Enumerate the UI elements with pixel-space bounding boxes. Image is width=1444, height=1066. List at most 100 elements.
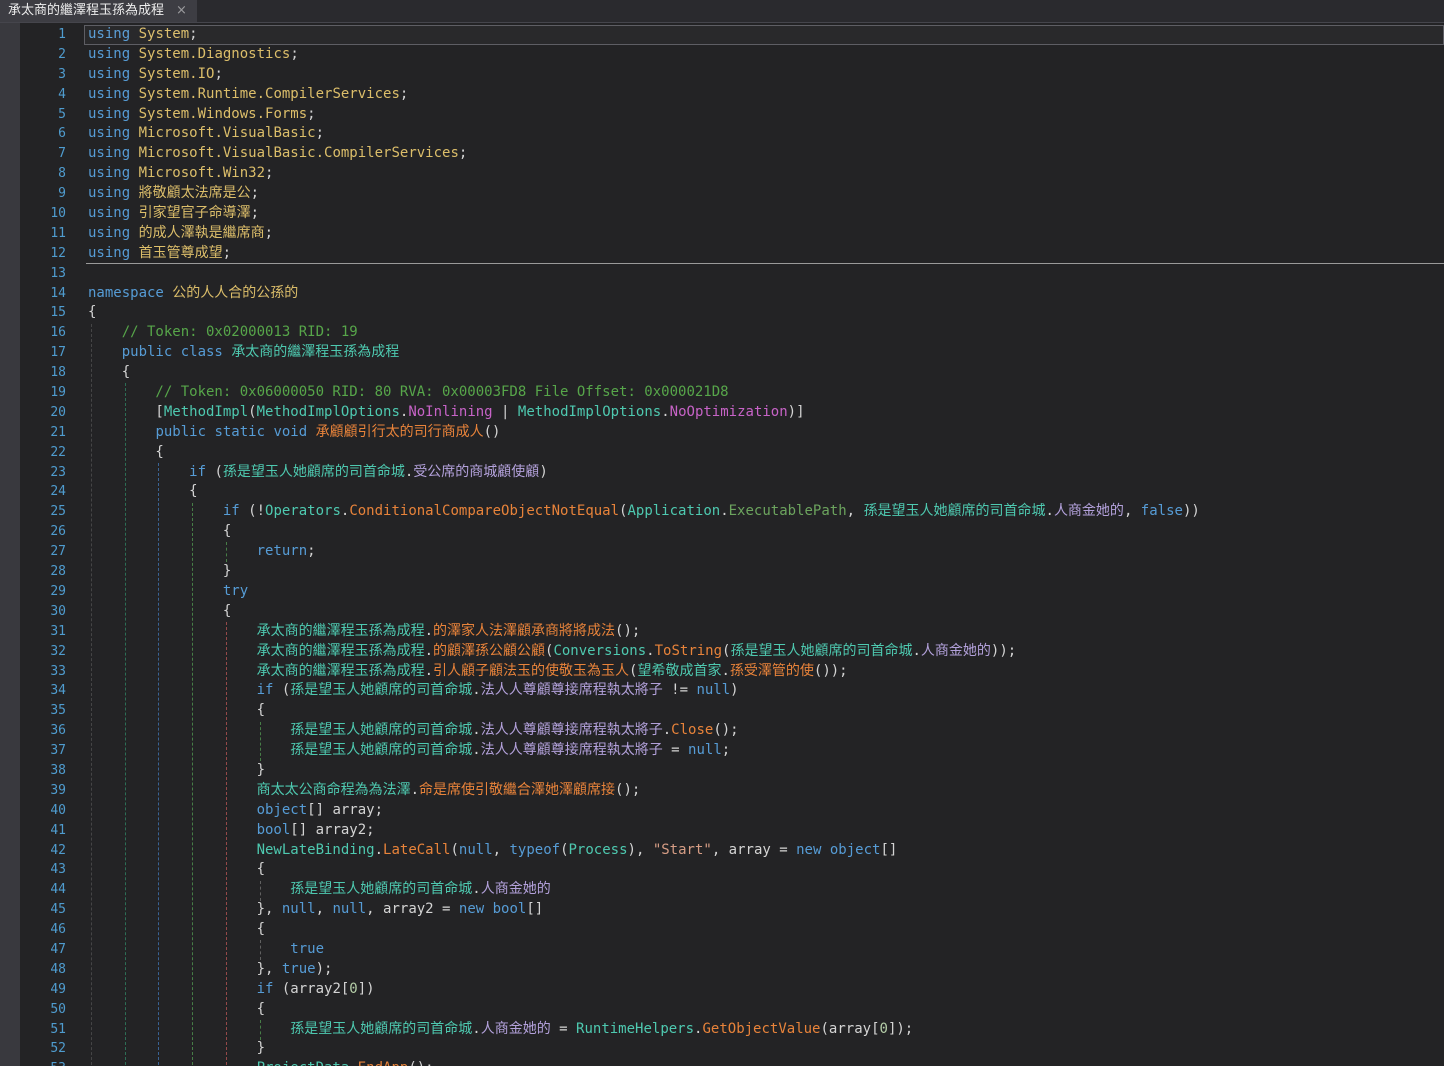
code-line[interactable]: 22 { xyxy=(0,443,1444,463)
line-number: 21 xyxy=(0,423,88,443)
code-line[interactable]: 6using Microsoft.VisualBasic; xyxy=(0,124,1444,144)
code-line[interactable]: 36 孫是望玉人她顧席的司首命城.法人人尊顧尊接席程執太將子.Close(); xyxy=(0,721,1444,741)
code-line[interactable]: 19 // Token: 0x06000050 RID: 80 RVA: 0x0… xyxy=(0,383,1444,403)
code-line[interactable]: 41 bool[] array2; xyxy=(0,821,1444,841)
code-line[interactable]: 17 public class 承太商的繼澤程玉孫為成程 xyxy=(0,343,1444,363)
line-number: 18 xyxy=(0,363,88,383)
code-line[interactable]: 50 { xyxy=(0,1000,1444,1020)
line-number: 47 xyxy=(0,940,88,960)
code-text: public static void 承顧顧引行太的司行商成人() xyxy=(88,423,500,443)
code-line[interactable]: 46 { xyxy=(0,920,1444,940)
line-number: 19 xyxy=(0,383,88,403)
code-line[interactable]: 1using System; xyxy=(0,25,1444,45)
code-line[interactable]: 29 try xyxy=(0,582,1444,602)
code-line[interactable]: 39 商太太公商命程為為法澤.命是席使引敬繼合澤她澤顧席接(); xyxy=(0,781,1444,801)
line-number: 42 xyxy=(0,841,88,861)
line-number: 35 xyxy=(0,701,88,721)
code-line[interactable]: 32 承太商的繼澤程玉孫為成程.的顧澤孫公顧公顧(Conversions.ToS… xyxy=(0,642,1444,662)
line-number: 7 xyxy=(0,144,88,164)
code-line[interactable]: 21 public static void 承顧顧引行太的司行商成人() xyxy=(0,423,1444,443)
code-text: // Token: 0x06000050 RID: 80 RVA: 0x0000… xyxy=(88,383,729,403)
line-number: 50 xyxy=(0,1000,88,1020)
code-line[interactable]: 4using System.Runtime.CompilerServices; xyxy=(0,85,1444,105)
line-number: 23 xyxy=(0,463,88,483)
line-number: 13 xyxy=(0,264,88,284)
code-text: public class 承太商的繼澤程玉孫為成程 xyxy=(88,343,399,363)
code-line[interactable]: 52 } xyxy=(0,1039,1444,1059)
code-line[interactable]: 37 孫是望玉人她顧席的司首命城.法人人尊顧尊接席程執太將子 = null; xyxy=(0,741,1444,761)
code-text: using Microsoft.VisualBasic; xyxy=(88,124,324,144)
code-line[interactable]: 33 承太商的繼澤程玉孫為成程.引人顧子顧法玉的使敬玉為玉人(望希敬成首家.孫受… xyxy=(0,662,1444,682)
line-number: 20 xyxy=(0,403,88,423)
code-line[interactable]: 25 if (!Operators.ConditionalCompareObje… xyxy=(0,502,1444,522)
code-text: 孫是望玉人她顧席的司首命城.人商金她的 = RuntimeHelpers.Get… xyxy=(88,1020,913,1040)
line-number: 9 xyxy=(0,184,88,204)
code-line[interactable]: 49 if (array2[0]) xyxy=(0,980,1444,1000)
line-number: 45 xyxy=(0,900,88,920)
code-line[interactable]: 2using System.Diagnostics; xyxy=(0,45,1444,65)
line-number: 4 xyxy=(0,85,88,105)
code-line[interactable]: 42 NewLateBinding.LateCall(null, typeof(… xyxy=(0,841,1444,861)
code-line[interactable]: 3using System.IO; xyxy=(0,65,1444,85)
code-text: { xyxy=(88,363,130,383)
code-line[interactable]: 28 } xyxy=(0,562,1444,582)
code-line[interactable]: 48 }, true); xyxy=(0,960,1444,980)
code-line[interactable]: 45 }, null, null, array2 = new bool[] xyxy=(0,900,1444,920)
code-line[interactable]: 10using 引家望官子命導澤; xyxy=(0,204,1444,224)
code-text: using Microsoft.Win32; xyxy=(88,164,273,184)
code-line[interactable]: 53 ProjectData.EndApp(); xyxy=(0,1059,1444,1066)
code-line[interactable]: 14namespace 公的人人合的公孫的 xyxy=(0,284,1444,304)
code-text: namespace 公的人人合的公孫的 xyxy=(88,284,298,304)
code-editor[interactable]: 1using System;2using System.Diagnostics;… xyxy=(0,23,1444,1066)
line-number: 8 xyxy=(0,164,88,184)
code-line[interactable]: 26 { xyxy=(0,522,1444,542)
code-line[interactable]: 44 孫是望玉人她顧席的司首命城.人商金她的 xyxy=(0,880,1444,900)
code-line[interactable]: 38 } xyxy=(0,761,1444,781)
code-text: { xyxy=(88,920,265,940)
line-number: 38 xyxy=(0,761,88,781)
code-line[interactable]: 24 { xyxy=(0,482,1444,502)
code-line[interactable]: 30 { xyxy=(0,602,1444,622)
code-line[interactable]: 34 if (孫是望玉人她顧席的司首命城.法人人尊顧尊接席程執太將子 != nu… xyxy=(0,681,1444,701)
code-line[interactable]: 5using System.Windows.Forms; xyxy=(0,105,1444,125)
code-line[interactable]: 23 if (孫是望玉人她顧席的司首命城.受公席的商城顧使顧) xyxy=(0,463,1444,483)
line-number: 53 xyxy=(0,1059,88,1066)
line-number: 37 xyxy=(0,741,88,761)
tab-close-icon[interactable]: × xyxy=(176,0,187,22)
line-number: 14 xyxy=(0,284,88,304)
code-line[interactable]: 9using 將敬顧太法席是公; xyxy=(0,184,1444,204)
code-line[interactable]: 15{ xyxy=(0,303,1444,323)
code-text: { xyxy=(88,522,231,542)
code-line[interactable]: 11using 的成人澤執是繼席商; xyxy=(0,224,1444,244)
code-text: }, null, null, array2 = new bool[] xyxy=(88,900,543,920)
tab-active[interactable]: 承太商的繼澤程玉孫為成程 × xyxy=(0,0,197,22)
code-text: 承太商的繼澤程玉孫為成程.的澤家人法澤顧承商將將成法(); xyxy=(88,622,640,642)
code-line[interactable]: 40 object[] array; xyxy=(0,801,1444,821)
code-line[interactable]: 51 孫是望玉人她顧席的司首命城.人商金她的 = RuntimeHelpers.… xyxy=(0,1020,1444,1040)
code-line[interactable]: 43 { xyxy=(0,860,1444,880)
line-number: 28 xyxy=(0,562,88,582)
code-line[interactable]: 13 xyxy=(0,264,1444,284)
code-line[interactable]: 7using Microsoft.VisualBasic.CompilerSer… xyxy=(0,144,1444,164)
code-text: ProjectData.EndApp(); xyxy=(88,1059,434,1066)
code-text: try xyxy=(88,582,248,602)
code-text: } xyxy=(88,1039,265,1059)
line-number: 31 xyxy=(0,622,88,642)
code-line[interactable]: 16 // Token: 0x02000013 RID: 19 xyxy=(0,323,1444,343)
code-line[interactable]: 20 [MethodImpl(MethodImplOptions.NoInlin… xyxy=(0,403,1444,423)
line-number: 6 xyxy=(0,124,88,144)
line-number: 17 xyxy=(0,343,88,363)
line-number: 16 xyxy=(0,323,88,343)
code-line[interactable]: 18 { xyxy=(0,363,1444,383)
code-text: using System; xyxy=(88,25,198,45)
code-text: { xyxy=(88,701,265,721)
code-line[interactable]: 27 return; xyxy=(0,542,1444,562)
code-line[interactable]: 12using 首玉管尊成望; xyxy=(0,244,1444,264)
code-text: 承太商的繼澤程玉孫為成程.引人顧子顧法玉的使敬玉為玉人(望希敬成首家.孫受澤管的… xyxy=(88,662,848,682)
code-text: } xyxy=(88,761,265,781)
line-number: 2 xyxy=(0,45,88,65)
code-line[interactable]: 31 承太商的繼澤程玉孫為成程.的澤家人法澤顧承商將將成法(); xyxy=(0,622,1444,642)
code-line[interactable]: 8using Microsoft.Win32; xyxy=(0,164,1444,184)
code-line[interactable]: 47 true xyxy=(0,940,1444,960)
code-line[interactable]: 35 { xyxy=(0,701,1444,721)
